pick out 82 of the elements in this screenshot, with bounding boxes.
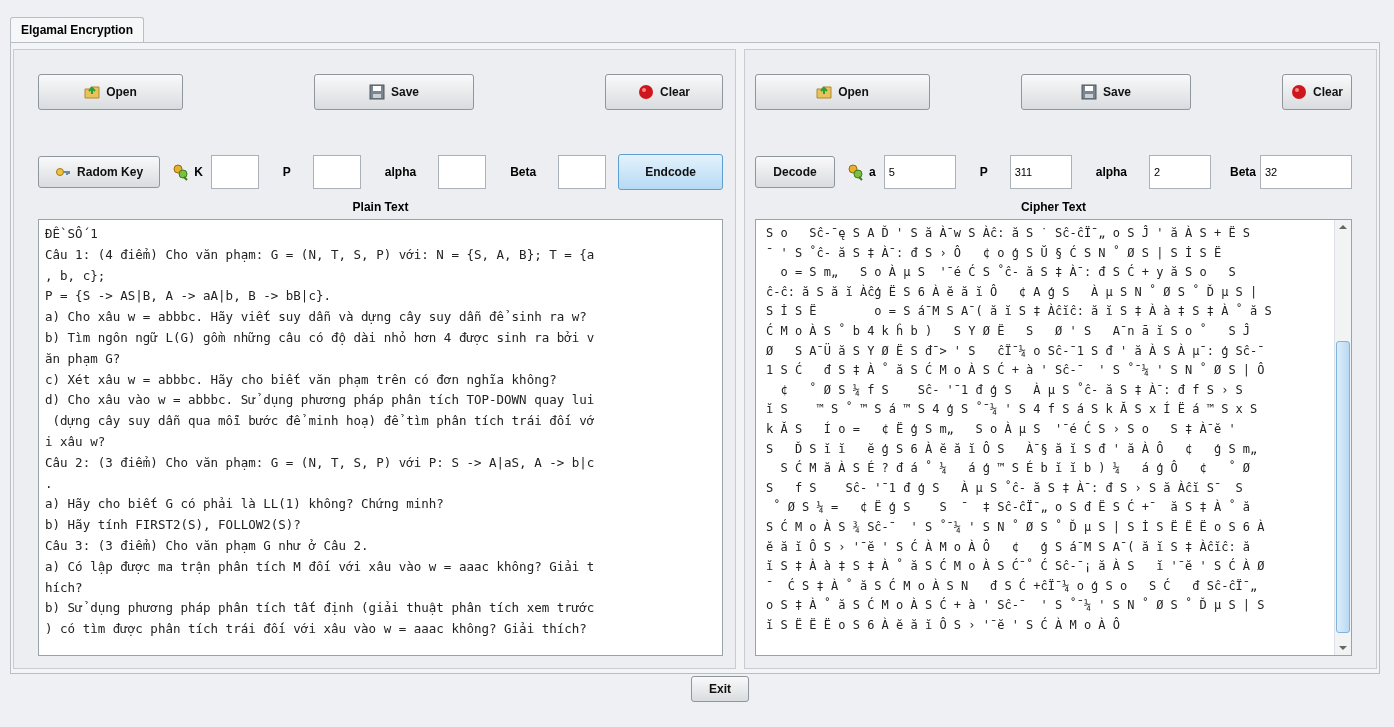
input-field[interactable]: 5	[883, 155, 956, 189]
save-button[interactable]: Save	[314, 74, 474, 110]
text-area[interactable]	[755, 219, 1352, 656]
field-label: Beta	[1230, 165, 1256, 179]
text-line: a) Hãy cho biết G có phải là LL(1) không? Chứng minh?	[45, 495, 445, 514]
field-label: alpha	[384, 165, 417, 179]
folder-icon	[816, 84, 833, 100]
text-line: b) Tìm ngôn ngữ L(G) gồm những câu có độ dài nhỏ hơn 4 được sinh ra bởi v	[45, 329, 596, 347]
input-field[interactable]	[558, 155, 607, 189]
text-line: P = {S -> AS|B, A -> aA|b, B -> bB|c}.	[45, 287, 332, 306]
text-line: b) Sử dụng phương pháp phân tích tất định (giải thuật phân tích xem trước	[45, 599, 596, 618]
text-line: S o Sĉ-¯ę S A Ď ' S ă À¯w S Àĉ: ă S ˙ Sĉ-ĉÏ¯„ o S Ĵ ' ă À S + Ë S	[765, 224, 1252, 242]
scroll-thumb[interactable]	[1336, 341, 1350, 633]
scrollbar[interactable]	[1334, 220, 1351, 655]
open-button[interactable]: Open	[38, 74, 183, 110]
text-line: ˚ Ø S ¼ = ¢ Ë ģ S S ¯ ‡ Sĉ-ĉÏ¯„ o S đ Ë S Ć +¯ ă S ‡ À ˚ ă	[772, 498, 1252, 517]
text-line: ăn phạm G?	[45, 349, 122, 368]
field-label: K	[194, 165, 203, 179]
text-line: 1 S Ć đ S ‡ À ˚ ă S Ć M o À S Ć + à ' Sĉ-¯ ' S ˚¯¼ ' S N ˚ Ø S | Ô	[765, 361, 1266, 380]
floppy-icon	[369, 84, 385, 100]
text-line: ) có tìm được phân tích trái đối với xâu vào w = aaac không? Giải thích?	[45, 620, 588, 639]
text-line: d) Cho xâu vào w = abbbc. Sử dụng phương pháp phân tích TOP-DOWN quay lui	[45, 391, 596, 410]
input-field[interactable]	[312, 155, 361, 189]
text-line: S Ć M ă À S É ? đ á ˚ ¼ á ģ ™ S É b ĭ ĭ b ) ¼ á ģ Ô ¢ ˚ Ø	[779, 459, 1252, 478]
text-line: ĭ S ‡ À à ‡ S ‡ À ˚ ă S Ć M o À S Ć¯˚ Ć Sĉ-¯¡ ă À S ĭ '¯ĕ ' S Ć À Ø	[765, 557, 1266, 576]
text-line: ¯ Ć S ‡ À ˚ ă S Ć M o À S N đ S Ć +ĉÏ¯¼ o ģ S o S Ć đ Sĉ-ĉÏ¯„	[765, 577, 1259, 595]
text-line: a) Cho xâu w = abbbc. Hãy viết suy dẫn và dựng cây suy dẫn để sinh ra w?	[45, 308, 588, 327]
input-field[interactable]: 32	[1260, 155, 1352, 189]
field-label: Beta	[510, 165, 537, 179]
text-area-title: Cipher Text	[1019, 200, 1088, 214]
text-line: i xâu w?	[45, 432, 107, 451]
text-line: S Ć M o À S ¾ Sĉ-¯ ' S ˚¯¼ ' S N ˚ Ø S ˚ Ď µ S | S İ S Ë Ë Ë o S 6 À	[765, 518, 1266, 536]
text-line: Ć M o À S ˚ b 4 k ĥ b ) S Y Ø Ë S Ø ' S A¯n ā ĭ S o ˚ S Ĵ	[765, 322, 1252, 340]
text-line: Câu 3: (3 điểm) Cho văn phạm G như ở Câu 2.	[45, 536, 370, 555]
text-line: k Ă S Í o = ¢ Ë ģ S m„ S o À µ S '¯é Ć S › S o S ‡ À¯ĕ '	[765, 420, 1237, 438]
clear-button[interactable]: Clear	[605, 74, 723, 110]
text-line: ĐỀ SỐ 1	[45, 225, 99, 243]
text-line: (dựng cây suy dẫn qua mỗi bước để minh hoạ) để tìm phân tích trái đối vớ	[51, 412, 596, 431]
text-line: hích?	[45, 578, 84, 597]
field-label: P	[979, 165, 988, 179]
field-label: alpha	[1095, 165, 1128, 179]
field-label: P	[282, 165, 291, 179]
text-line: S f S Sĉ- '¯1 đ ģ S À µ S ˚ĉ- ă S ‡ À¯: đ S › S ă Àĉĭ S¯ S	[765, 479, 1244, 497]
text-line: o S ‡ À ˚ ă S Ć M o À S Ć + à ' Sĉ-¯ ' S ˚¯¼ ' S N ˚ Ø S ˚ Ď µ S | S	[765, 596, 1266, 615]
field-label: a	[869, 165, 876, 179]
floppy-icon	[1081, 84, 1097, 100]
text-line: .	[45, 474, 54, 493]
text-line: ĭ S ™ S ˚ ™ S á ™ S 4 ģ S ˚¯¼ ' S 4 f S á S k Ă S x Í Ë á ™ S x S	[765, 400, 1259, 419]
exit-button[interactable]: Exit	[691, 676, 749, 702]
stop-icon	[1291, 84, 1307, 100]
text-line: b) Hãy tính FIRST2(S), FOLLOW2(S)?	[45, 516, 302, 535]
text-line: ĕ ă ĭ Ô S › '¯ĕ ' S Ć À M o À Ô ¢ ģ S á¯M S A¯( ă ĭ S ‡ Àĉĭĉ: ă	[765, 538, 1252, 556]
text-line: a) Có lập được ma trận phân tích M đối với xâu vào w = aaac không? Giải t	[45, 557, 596, 576]
text-line: Ø S A¯Ü ă S Y Ø Ë S đ¯> ' S ĉÏ¯¼ o Sĉ-¯1 S đ ' ă À S À µ¯: ģ Sĉ-¯	[765, 342, 1266, 360]
keys-icon	[172, 163, 191, 181]
text-line: , b, c};	[45, 266, 107, 285]
random-key-button[interactable]: Radom Key	[38, 156, 161, 188]
text-line: ĭ S Ë Ë Ë o S 6 À ĕ ă ĭ Ô S › '¯ĕ ' S Ć À M o À Ô	[765, 616, 1121, 634]
open-button[interactable]: Open	[755, 74, 930, 110]
decode-button[interactable]: Decode	[755, 156, 835, 188]
text-line: Câu 2: (3 điểm) Cho văn phạm: G = (N, T, S, P) với P: S -> A|aS, A -> b|c	[45, 453, 596, 472]
text-area-title: Plain Text	[351, 200, 410, 214]
input-field[interactable]: 311	[1009, 155, 1072, 189]
save-button[interactable]: Save	[1021, 74, 1191, 110]
text-line: S İ S Ë o = S á¯M S A¯( ă ĭ S ‡ Àĉĭĉ: ă ĭ S ‡ À à ‡ S ‡ À ˚ ă S	[765, 302, 1273, 321]
text-area[interactable]	[38, 219, 723, 656]
text-line: ĉ-ĉ: ă S ă ĭ Àĉģ Ë S 6 À ĕ ă ĭ Ô ¢ A ģ S À µ S N ˚ Ø S ˚ Ď µ S |	[765, 283, 1259, 301]
stop-icon	[638, 84, 654, 100]
input-field[interactable]: 2	[1149, 155, 1212, 189]
keys-icon	[847, 163, 865, 181]
text-line: S Ď S ĭ ĭ ĕ ģ S 6 À ĕ ă ĭ Ô S À¯§ ă ĭ S đ ' ă À Ô ¢ ģ S m„	[765, 440, 1259, 458]
tab[interactable]: Elgamal Encryption	[10, 17, 145, 42]
input-field[interactable]	[210, 155, 259, 189]
input-field[interactable]	[438, 155, 487, 189]
text-line: o = S m„ S o À µ S '¯é Ć S ˚ĉ- ă S ‡ À¯: đ S Ć + y ă S o S	[779, 263, 1237, 282]
text-line: c) Xét xâu w = abbbc. Hãy cho biết văn phạm trên có đơn nghĩa không?	[45, 370, 558, 389]
text-line: ¯ ' S ˚ĉ- ă S ‡ À¯: đ S › Ô ¢ o ģ S Ŭ § Ć S N ˚ Ø S | S İ S Ë	[765, 244, 1223, 262]
text-line: ¢ ˚ Ø S ¼ f S Sĉ- '¯1 đ ģ S À µ S ˚ĉ- ă S ‡ À¯: đ f S › S	[779, 381, 1244, 399]
folder-icon	[84, 84, 101, 100]
text-line: Câu 1: (4 điểm) Cho văn phạm: G = (N, T, S, P) với: N = {S, A, B}; T = {a	[45, 245, 596, 264]
encode-button[interactable]: Endcode	[618, 154, 723, 190]
clear-button[interactable]: Clear	[1282, 74, 1352, 110]
